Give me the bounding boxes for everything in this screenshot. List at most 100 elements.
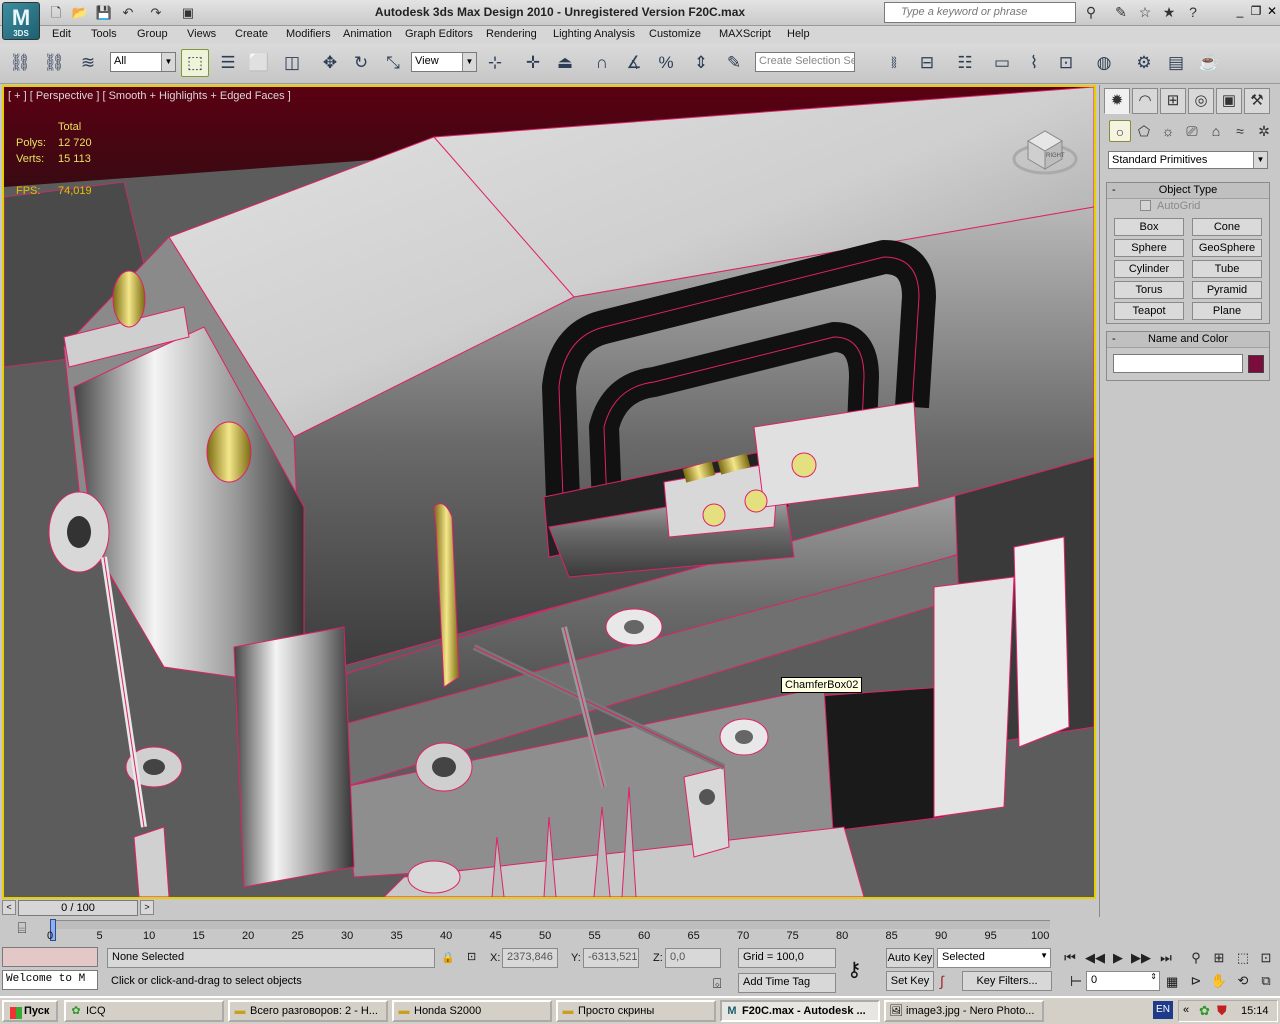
pyramid-button[interactable]: Pyramid bbox=[1192, 281, 1262, 299]
hierarchy-tab-icon[interactable]: ⊞ bbox=[1160, 88, 1186, 114]
motion-tab-icon[interactable]: ◎ bbox=[1188, 88, 1214, 114]
new-file-icon[interactable]: 🗋 bbox=[46, 4, 66, 22]
perspective-viewport[interactable]: [ + ] [ Perspective ] [ Smooth + Highlig… bbox=[2, 85, 1096, 899]
object-color-swatch[interactable] bbox=[1248, 355, 1264, 373]
named-selection-set-input[interactable]: Create Selection Se bbox=[755, 52, 855, 72]
y-coordinate-field[interactable]: -6313,521 bbox=[583, 948, 639, 968]
maximize-viewport-icon[interactable]: ⧉ bbox=[1256, 971, 1276, 991]
minimize-icon[interactable]: _ bbox=[1232, 4, 1248, 20]
antivirus-tray-icon[interactable]: ⛊ bbox=[1217, 1003, 1227, 1019]
zoom-extents-all-icon[interactable]: ⊡ bbox=[1256, 948, 1276, 968]
mirror-icon[interactable]: ⧚ bbox=[880, 49, 908, 77]
pan-view-icon[interactable]: ✋ bbox=[1209, 971, 1229, 991]
restore-icon[interactable]: ❐ bbox=[1248, 4, 1264, 20]
shapes-icon[interactable]: ⬠ bbox=[1133, 120, 1155, 142]
x-coordinate-field[interactable]: 2373,846 bbox=[502, 948, 558, 968]
teapot-button[interactable]: Teapot bbox=[1114, 302, 1184, 320]
select-object-icon[interactable]: ⬚ bbox=[181, 49, 209, 77]
key-mode-dropdown[interactable]: Selected ▼ bbox=[937, 948, 1051, 968]
select-and-manipulate-icon[interactable]: ✛ bbox=[519, 49, 547, 77]
lock-selection-icon[interactable]: 🔒 bbox=[441, 951, 455, 964]
tube-button[interactable]: Tube bbox=[1192, 260, 1262, 278]
select-and-link-icon[interactable]: ⛓ bbox=[6, 49, 34, 77]
set-key-button[interactable]: Set Key bbox=[886, 971, 934, 991]
plane-button[interactable]: Plane bbox=[1192, 302, 1262, 320]
help-icon[interactable]: ? bbox=[1182, 3, 1204, 23]
menu-group[interactable]: Group bbox=[137, 28, 168, 40]
set-keys-key-icon[interactable]: ⚷ bbox=[847, 957, 862, 982]
previous-frame-icon[interactable]: < bbox=[2, 900, 16, 915]
bind-to-space-warp-icon[interactable]: ≋ bbox=[74, 49, 102, 77]
material-editor-icon[interactable]: ◍ bbox=[1090, 49, 1118, 77]
helpers-icon[interactable]: ⌂ bbox=[1205, 120, 1227, 142]
name-and-color-header[interactable]: - Name and Color bbox=[1107, 332, 1269, 348]
binoculars-icon[interactable]: ⚲ bbox=[1080, 3, 1102, 23]
icq-tray-icon[interactable]: ✿ bbox=[1199, 1003, 1210, 1019]
communication-icon[interactable]: ☆ bbox=[1134, 3, 1156, 23]
start-button[interactable]: Пуск bbox=[2, 1000, 58, 1022]
go-to-start-icon[interactable]: ⏮ bbox=[1060, 948, 1080, 968]
select-by-name-icon[interactable]: ☰ bbox=[214, 49, 242, 77]
language-indicator[interactable]: EN bbox=[1153, 1001, 1173, 1019]
align-icon[interactable]: ⊟ bbox=[913, 49, 941, 77]
geosphere-button[interactable]: GeoSphere bbox=[1192, 239, 1262, 257]
z-coordinate-field[interactable]: 0,0 bbox=[665, 948, 721, 968]
select-and-move-icon[interactable]: ✥ bbox=[316, 49, 344, 77]
show-hidden-icons-icon[interactable]: « bbox=[1183, 1004, 1189, 1016]
sphere-button[interactable]: Sphere bbox=[1114, 239, 1184, 257]
create-tab-icon[interactable]: ✹ bbox=[1104, 88, 1130, 114]
task-honda-folder[interactable]: ▬ Honda S2000 bbox=[392, 1000, 552, 1022]
object-name-input[interactable] bbox=[1113, 354, 1243, 373]
maxscript-welcome[interactable]: Welcome to M bbox=[2, 970, 98, 990]
redo-icon[interactable]: ↷ bbox=[146, 4, 166, 22]
torus-button[interactable]: Torus bbox=[1114, 281, 1184, 299]
undo-icon[interactable]: ↶ bbox=[118, 4, 138, 22]
render-setup-icon[interactable]: ⚙ bbox=[1130, 49, 1158, 77]
open-mini-curve-editor-icon[interactable]: ⌸ bbox=[8, 920, 36, 940]
selection-filter-dropdown[interactable]: All ▼ bbox=[110, 52, 176, 72]
snaps-toggle-icon[interactable]: ∩ bbox=[588, 49, 616, 77]
display-tab-icon[interactable]: ▣ bbox=[1216, 88, 1242, 114]
time-slider-thumb[interactable]: 0 / 100 bbox=[18, 900, 138, 916]
save-file-icon[interactable]: 💾 bbox=[94, 4, 114, 22]
open-file-icon[interactable]: 📂 bbox=[70, 4, 90, 22]
task-icq[interactable]: ✿ ICQ bbox=[64, 1000, 224, 1022]
cylinder-button[interactable]: Cylinder bbox=[1114, 260, 1184, 278]
space-warps-icon[interactable]: ≈ bbox=[1229, 120, 1251, 142]
layer-manager-icon[interactable]: ☷ bbox=[951, 49, 979, 77]
maxscript-listener-mini[interactable] bbox=[2, 947, 98, 967]
cone-button[interactable]: Cone bbox=[1192, 218, 1262, 236]
subscription-icon[interactable]: ✎ bbox=[1110, 3, 1132, 23]
geometry-icon[interactable]: ○ bbox=[1109, 120, 1131, 142]
window-crossing-icon[interactable]: ◫ bbox=[278, 49, 306, 77]
menu-tools[interactable]: Tools bbox=[91, 28, 117, 40]
auto-key-button[interactable]: Auto Key bbox=[886, 948, 934, 968]
menu-lighting-analysis[interactable]: Lighting Analysis bbox=[553, 28, 635, 40]
render-production-icon[interactable]: ☕ bbox=[1195, 49, 1223, 77]
keyboard-shortcut-override-icon[interactable]: ⏏ bbox=[551, 49, 579, 77]
percent-snap-icon[interactable]: % bbox=[652, 49, 680, 77]
menu-maxscript[interactable]: MAXScript bbox=[719, 28, 771, 40]
menu-customize[interactable]: Customize bbox=[649, 28, 701, 40]
default-in-out-tangents-icon[interactable]: ∫ bbox=[940, 973, 944, 989]
menu-rendering[interactable]: Rendering bbox=[486, 28, 537, 40]
previous-key-icon[interactable]: ◀◀ bbox=[1085, 948, 1105, 968]
autogrid-checkbox[interactable]: AutoGrid bbox=[1140, 200, 1200, 212]
utilities-tab-icon[interactable]: ⚒ bbox=[1244, 88, 1270, 114]
task-3dsmax[interactable]: M F20C.max - Autodesk ... bbox=[720, 1000, 880, 1022]
schematic-view-icon[interactable]: ⊡ bbox=[1052, 49, 1080, 77]
primitive-category-dropdown[interactable]: Standard Primitives ▼ bbox=[1108, 151, 1268, 169]
time-tag-icon[interactable]: ⌺ bbox=[713, 975, 721, 992]
menu-modifiers[interactable]: Modifiers bbox=[286, 28, 331, 40]
close-icon[interactable]: ✕ bbox=[1264, 4, 1280, 20]
go-to-end-icon[interactable]: ⏭ bbox=[1156, 948, 1176, 968]
select-and-scale-icon[interactable]: ⤡ bbox=[379, 49, 407, 77]
favorites-icon[interactable]: ★ bbox=[1158, 3, 1180, 23]
play-icon[interactable]: ▶ bbox=[1108, 948, 1128, 968]
task-conversations[interactable]: ▬ Всего разговоров: 2 - Н... bbox=[228, 1000, 388, 1022]
field-of-view-icon[interactable]: ⊳ bbox=[1186, 971, 1206, 991]
zoom-icon[interactable]: ⚲ bbox=[1186, 948, 1206, 968]
project-folder-icon[interactable]: ▣ bbox=[178, 4, 198, 22]
zoom-all-icon[interactable]: ⊞ bbox=[1209, 948, 1229, 968]
menu-create[interactable]: Create bbox=[235, 28, 268, 40]
